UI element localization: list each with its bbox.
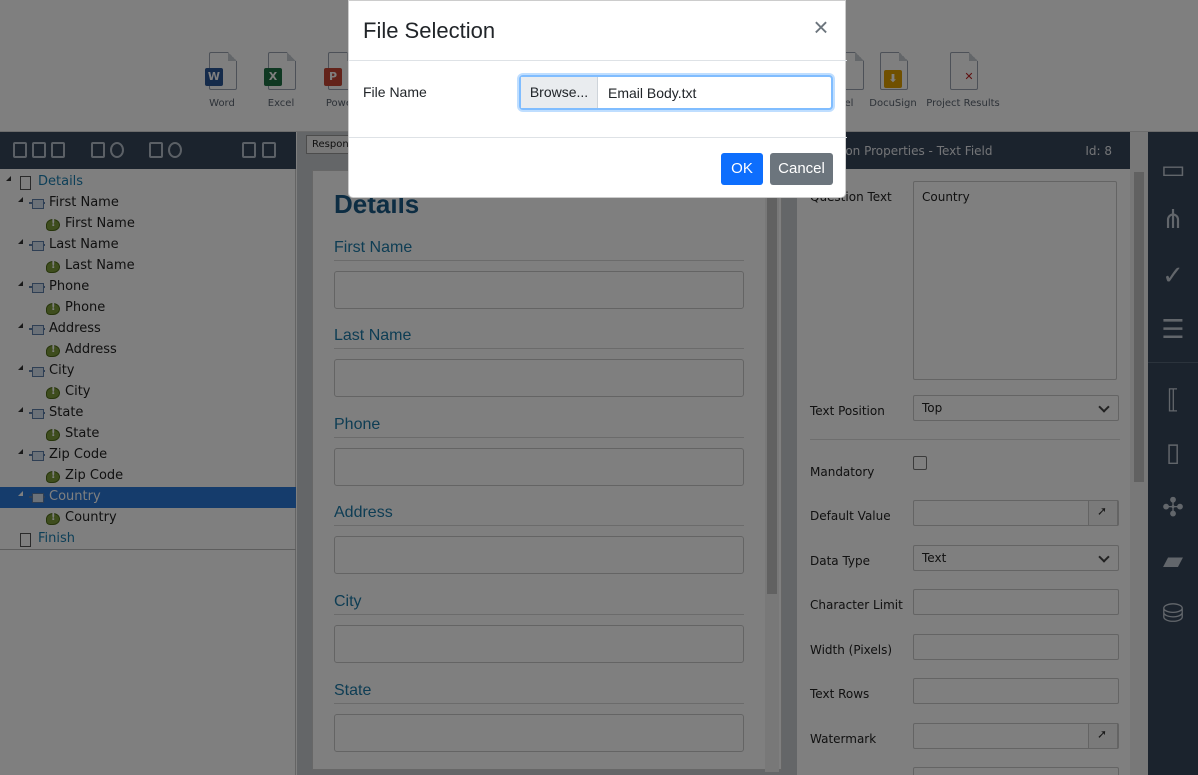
cancel-button[interactable]: Cancel	[770, 153, 833, 185]
divider	[349, 137, 847, 138]
close-icon[interactable]: ×	[809, 14, 833, 40]
file-selection-dialog: File Selection × File Name Browse... Ema…	[348, 0, 847, 198]
browse-button[interactable]: Browse...	[521, 77, 598, 108]
dialog-title: File Selection	[363, 18, 496, 43]
ok-button[interactable]: OK	[721, 153, 763, 185]
file-input-group[interactable]: Browse... Email Body.txt	[519, 75, 833, 110]
file-name-value: Email Body.txt	[608, 85, 697, 101]
divider	[349, 60, 847, 61]
file-name-label: File Name	[363, 84, 427, 100]
